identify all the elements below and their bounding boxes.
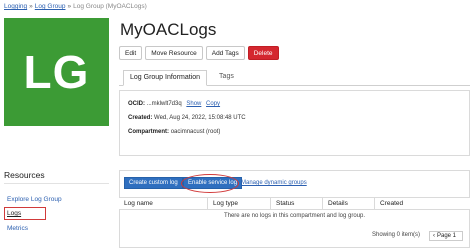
resource-metrics[interactable]: Metrics bbox=[7, 225, 28, 232]
add-tags-button[interactable]: Add Tags bbox=[205, 46, 245, 60]
move-resource-button[interactable]: Move Resource bbox=[145, 46, 203, 60]
logo-text: LG bbox=[23, 46, 90, 98]
tab-bar: Log Group Information Tags bbox=[119, 70, 470, 86]
tab-log-group-information[interactable]: Log Group Information bbox=[123, 70, 208, 86]
column-divider bbox=[374, 198, 375, 210]
logs-highlight-box bbox=[4, 207, 46, 220]
create-custom-log-button[interactable]: Create custom log bbox=[124, 177, 183, 189]
delete-button[interactable]: Delete bbox=[247, 46, 279, 60]
created-label: Created: bbox=[128, 115, 153, 121]
log-group-logo: LG bbox=[4, 18, 109, 126]
created-value: Wed, Aug 24, 2022, 15:08:48 UTC bbox=[154, 115, 246, 121]
column-log-type[interactable]: Log type bbox=[213, 200, 238, 207]
created-row: Created: Wed, Aug 24, 2022, 15:08:48 UTC bbox=[128, 115, 246, 121]
manage-dynamic-groups-link[interactable]: Manage dynamic groups bbox=[241, 180, 307, 186]
resource-explore-log-group[interactable]: Explore Log Group bbox=[7, 196, 62, 203]
empty-state-message: There are no logs in this compartment an… bbox=[223, 213, 366, 219]
resources-divider bbox=[4, 183, 109, 184]
breadcrumb-log-group[interactable]: Log Group bbox=[35, 3, 66, 10]
column-status[interactable]: Status bbox=[276, 200, 294, 207]
compartment-label: Compartment: bbox=[128, 129, 170, 135]
breadcrumb-separator: » bbox=[67, 3, 72, 10]
breadcrumb-separator: » bbox=[29, 3, 33, 10]
ocid-label: OCID: bbox=[128, 101, 145, 107]
column-divider bbox=[207, 198, 208, 210]
column-divider bbox=[322, 198, 323, 210]
action-bar: Edit Move Resource Add Tags Delete bbox=[119, 46, 279, 60]
page-label: Page 1 bbox=[437, 233, 457, 239]
showing-count: Showing 0 item(s) bbox=[372, 232, 421, 238]
tab-tags[interactable]: Tags bbox=[213, 70, 240, 86]
page-selector[interactable]: ‹ Page 1 bbox=[429, 231, 463, 241]
chevron-left-icon[interactable]: ‹ bbox=[433, 233, 435, 239]
enable-service-log-highlight bbox=[181, 174, 239, 193]
breadcrumb-current: Log Group (MyOACLogs) bbox=[73, 3, 147, 10]
breadcrumb: Logging» Log Group» Log Group (MyOACLogs) bbox=[4, 3, 147, 10]
edit-button[interactable]: Edit bbox=[119, 46, 143, 60]
resources-heading: Resources bbox=[4, 170, 45, 180]
logs-table-header: Log name Log type Status Details Created bbox=[119, 197, 470, 210]
ocid-row: OCID: ...mklwlt7d3q Show Copy bbox=[128, 101, 220, 107]
compartment-value: oacimnacust (root) bbox=[170, 129, 221, 135]
page-title: MyOACLogs bbox=[120, 20, 217, 39]
breadcrumb-logging[interactable]: Logging bbox=[4, 3, 27, 10]
column-created[interactable]: Created bbox=[380, 200, 403, 207]
column-details[interactable]: Details bbox=[328, 200, 348, 207]
column-divider bbox=[270, 198, 271, 210]
copy-ocid-link[interactable]: Copy bbox=[206, 101, 220, 107]
ocid-value: ...mklwlt7d3q bbox=[146, 101, 182, 107]
compartment-row: Compartment: oacimnacust (root) bbox=[128, 129, 220, 135]
info-panel: OCID: ...mklwlt7d3q Show Copy Created: W… bbox=[119, 90, 470, 156]
column-log-name[interactable]: Log name bbox=[124, 200, 153, 207]
show-ocid-link[interactable]: Show bbox=[186, 101, 201, 107]
